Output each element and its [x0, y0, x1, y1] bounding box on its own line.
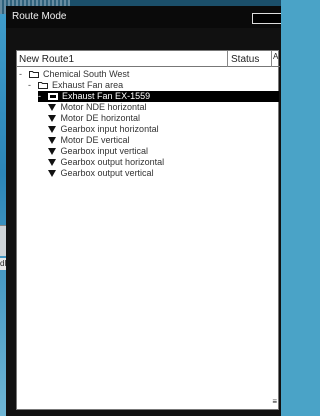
tree-row-machine[interactable]: - Exhaust Fan EX-1559: [38, 91, 279, 102]
tree-label: Gearbox output vertical: [60, 168, 154, 178]
tree-row-point[interactable]: Gearbox output horizontal: [48, 157, 164, 168]
tree-row-point[interactable]: Gearbox input horizontal: [48, 124, 159, 135]
table-header: New Route1 Status A: [17, 51, 280, 67]
tree-label: Chemical South West: [43, 69, 130, 79]
measurement-point-icon: [48, 159, 56, 166]
measurement-point-icon: [48, 104, 56, 111]
titlebar: Route Mode: [6, 6, 281, 28]
tree-label: Motor NDE horizontal: [60, 102, 147, 112]
folder-icon: [37, 81, 48, 89]
tree-row-point[interactable]: Gearbox input vertical: [48, 146, 148, 157]
measurement-point-icon: [48, 148, 56, 155]
tree-label: Gearbox output horizontal: [60, 157, 165, 167]
tree-label: Gearbox input horizontal: [60, 124, 159, 134]
column-divider[interactable]: [227, 51, 228, 67]
collapse-icon[interactable]: -: [38, 91, 45, 102]
tree-row-point[interactable]: Motor DE vertical: [48, 135, 130, 146]
tree-label: Exhaust Fan EX-1559: [62, 91, 151, 101]
column-header-extra[interactable]: A: [273, 52, 278, 61]
window-button[interactable]: [252, 13, 281, 24]
tree-row-point[interactable]: Motor DE horizontal: [48, 113, 140, 124]
measurement-point-icon: [48, 137, 56, 144]
tree-label: Motor DE horizontal: [60, 113, 141, 123]
tree-label: Gearbox input vertical: [60, 146, 149, 156]
collapse-icon[interactable]: -: [28, 80, 35, 91]
measurement-point-icon: [48, 126, 56, 133]
tree-label: Exhaust Fan area: [52, 80, 124, 90]
tree-row-site[interactable]: - Chemical South West: [19, 69, 129, 80]
scroll-corner-icon[interactable]: ≡: [272, 397, 277, 406]
window-title: Route Mode: [12, 11, 67, 22]
tree-label: Motor DE vertical: [60, 135, 130, 145]
route-mode-dialog: Route Mode New Route1 Status A - Chemica…: [6, 6, 281, 416]
tree-row-point[interactable]: Motor NDE horizontal: [48, 102, 147, 113]
machine-icon: [47, 92, 58, 100]
collapse-icon[interactable]: -: [19, 69, 26, 80]
measurement-point-icon: [48, 115, 56, 122]
column-header-status[interactable]: Status: [231, 54, 259, 65]
column-header-route[interactable]: New Route1: [19, 54, 74, 65]
folder-icon: [28, 70, 39, 78]
route-tree-panel: New Route1 Status A - Chemical South Wes…: [16, 50, 280, 410]
tree-row-point[interactable]: Gearbox output vertical: [48, 168, 154, 179]
column-divider[interactable]: [271, 51, 272, 67]
measurement-point-icon: [48, 170, 56, 177]
tree-row-area[interactable]: - Exhaust Fan area: [28, 80, 123, 91]
